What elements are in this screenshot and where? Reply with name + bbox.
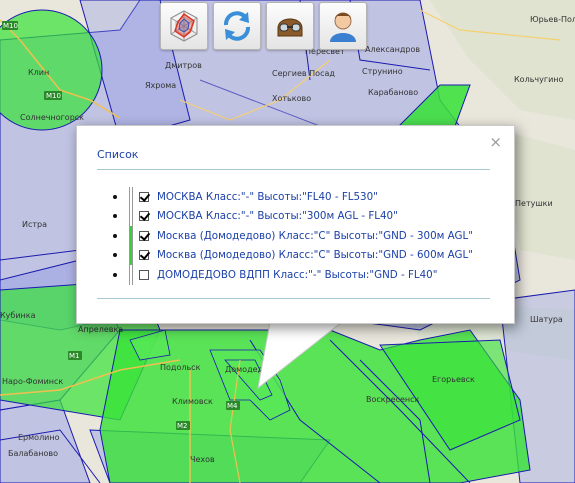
road-label-m10: M10 [46,92,61,100]
town-label: Чехов [190,455,215,464]
bullet [113,214,117,219]
town-label: Клин [28,68,49,77]
list-item: ДОМОДЕДОВО ВДПП Класс:"-" Высоты:"GND - … [113,265,473,285]
airspace-label[interactable]: Москва (Домодедово) Класс:"C" Высоты:"GN… [157,249,473,261]
town-label: Климовск [172,397,213,406]
layer-checkbox[interactable] [139,230,149,241]
bullet [113,233,117,238]
town-label: Юрьев-Польский [530,15,575,24]
color-swatch [129,206,133,226]
town-label: Александров [365,45,420,54]
airspace-label[interactable]: Москва (Домодедово) Класс:"C" Высоты:"GN… [157,230,473,242]
town-label: Петушки [515,199,553,208]
list-item: МОСКВА Класс:"-" Высоты:"300м AGL - FL40… [113,206,473,226]
list-item: Москва (Домодедово) Класс:"C" Высоты:"GN… [113,245,473,265]
close-icon[interactable]: × [489,133,502,151]
list-item: Москва (Домодедово) Класс:"C" Высоты:"GN… [113,226,473,246]
map-toolbar [160,2,367,50]
color-swatch [129,226,133,246]
airspace-label[interactable]: ДОМОДЕДОВО ВДПП Класс:"-" Высоты:"GND - … [157,269,437,281]
road-label-m10b: M10 [3,22,18,30]
airspace-list: МОСКВА Класс:"-" Высоты:"FL40 - FL530" М… [113,187,473,285]
town-label: Егорьевск [432,375,475,384]
user-icon [330,12,356,42]
town-label: Солнечногорск [20,113,84,122]
town-label: Истра [22,220,47,229]
town-label: Дмитров [165,61,202,70]
color-swatch [129,265,133,285]
town-label: Яхрома [145,81,176,90]
color-swatch [129,245,133,265]
popup-divider [97,298,490,299]
town-label: Кубинка [0,311,36,320]
bullet [113,194,117,199]
layer-checkbox[interactable] [139,250,149,261]
town-label: Хотьково [272,94,311,103]
bullet [113,253,117,258]
airspace-list-popup: Список × МОСКВА Класс:"-" Высоты:"FL40 -… [76,125,515,324]
pilot-helmet-button[interactable] [266,2,314,50]
popup-divider [97,169,490,170]
color-swatch [129,187,133,207]
town-label: Карабаново [368,88,418,97]
pilot-helmet-icon [277,18,303,37]
town-label: Балабаново [8,449,58,458]
airspace-label[interactable]: МОСКВА Класс:"-" Высоты:"300м AGL - FL40… [157,210,398,222]
town-label: Апрелевка [78,325,123,334]
town-label: Сергиев Посад [272,69,335,78]
layer-checkbox[interactable] [139,191,149,202]
town-label: Струнино [362,67,403,76]
town-label: Подольск [160,363,201,372]
refresh-button[interactable] [213,2,261,50]
popup-title: Список [97,148,139,161]
layer-checkbox[interactable] [139,269,149,280]
town-label: Наро-Фоминск [2,377,63,386]
town-label: Ермолино [18,433,60,442]
radar-chart-icon [170,10,198,42]
road-label-m2: M2 [177,422,188,430]
town-label: Кольчугино [514,75,563,84]
town-label: Воскресенск [366,395,420,404]
town-label: Шатура [530,315,563,324]
radar-chart-button[interactable] [160,2,208,50]
bullet [113,272,117,277]
airspace-label[interactable]: МОСКВА Класс:"-" Высоты:"FL40 - FL530" [157,191,378,203]
road-label-m4: M4 [227,402,238,410]
road-label-m1: M1 [69,352,80,360]
list-item: МОСКВА Класс:"-" Высоты:"FL40 - FL530" [113,187,473,207]
user-button[interactable] [319,2,367,50]
town-label: Домодедово [225,365,278,374]
refresh-icon [224,11,250,41]
layer-checkbox[interactable] [139,211,149,222]
